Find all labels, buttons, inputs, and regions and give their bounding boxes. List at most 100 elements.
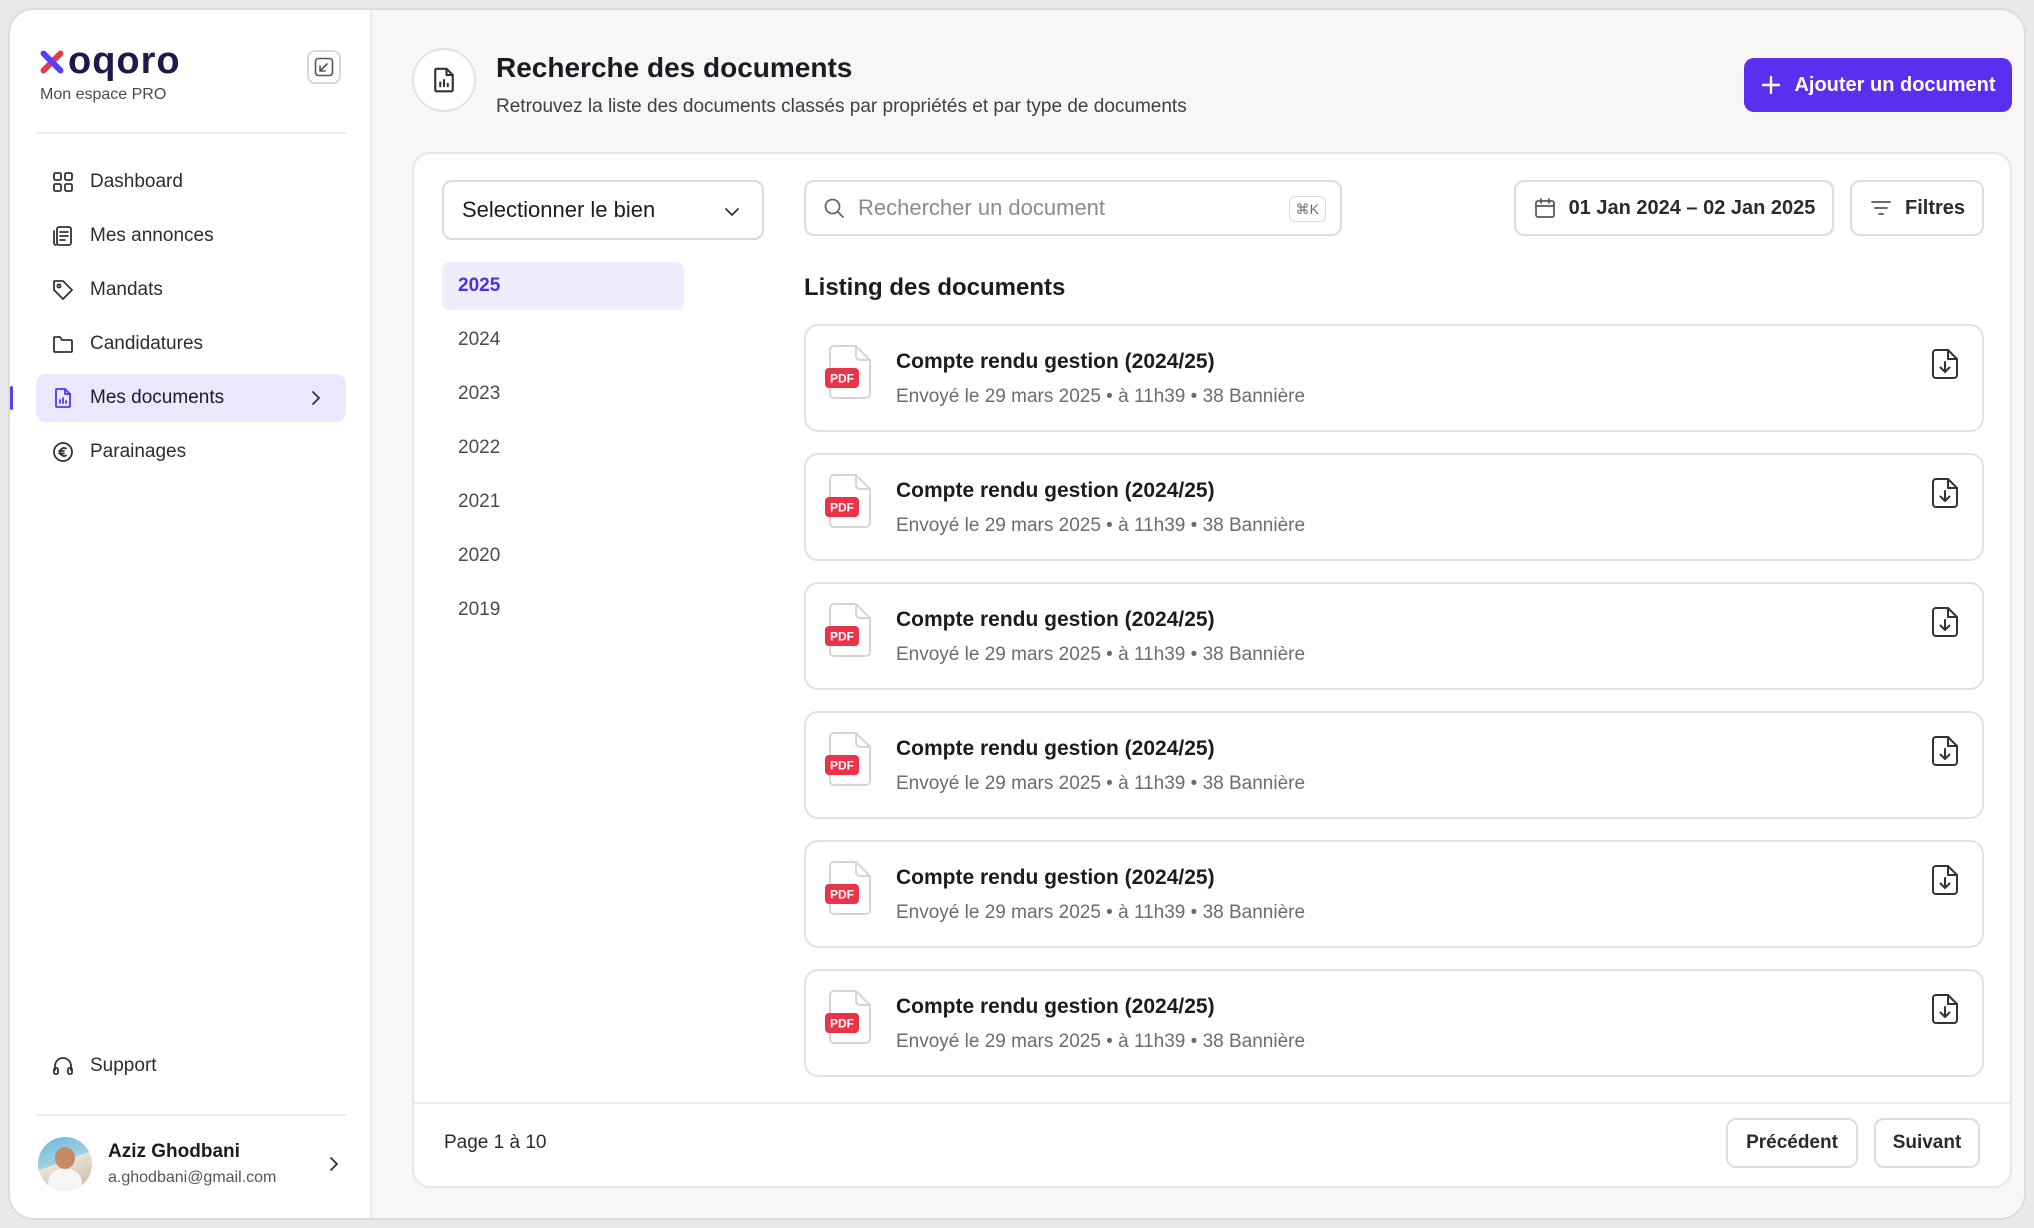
next-page-button[interactable]: Suivant [1874,1118,1980,1168]
document-row[interactable]: PDF Compte rendu gestion (2024/25) Envoy… [804,453,1984,561]
download-button[interactable] [1928,475,1962,511]
documents-card: Selectionner le bien 2025 2024 2023 2022… [412,152,2012,1188]
year-item-2019[interactable]: 2019 [442,586,684,634]
pdf-badge-text: PDF [830,630,854,644]
collapse-sidebar-button[interactable] [307,50,341,84]
year-item-2023[interactable]: 2023 [442,370,684,418]
document-title: Compte rendu gestion (2024/25) [896,608,1215,631]
previous-page-button[interactable]: Précédent [1726,1118,1858,1168]
user-info: Aziz Ghodbani a.ghodbani@gmail.com [108,1141,276,1187]
sidebar-item-label: Dashboard [90,171,183,192]
file-download-icon [1932,736,1958,766]
document-title: Compte rendu gestion (2024/25) [896,995,1215,1018]
document-row[interactable]: PDF Compte rendu gestion (2024/25) Envoy… [804,324,1984,432]
folder-icon [50,331,76,357]
brand-logo[interactable]: oqoro [38,40,181,83]
property-select-label: Selectionner le bien [462,197,656,222]
document-title: Compte rendu gestion (2024/25) [896,866,1215,889]
user-profile[interactable]: Aziz Ghodbani a.ghodbani@gmail.com [38,1134,348,1194]
document-row[interactable]: PDF Compte rendu gestion (2024/25) Envoy… [804,840,1984,948]
date-range-label: 01 Jan 2024 – 02 Jan 2025 [1568,196,1816,219]
pdf-badge-text: PDF [830,759,854,773]
sidebar-item-candidatures[interactable]: Candidatures [36,320,346,368]
active-indicator [10,386,13,410]
file-download-icon [1932,349,1958,379]
sidebar-item-dashboard[interactable]: Dashboard [36,158,346,206]
year-list: 2025 2024 2023 2022 2021 2020 2019 [442,262,684,640]
document-row[interactable]: PDF Compte rendu gestion (2024/25) Envoy… [804,711,1984,819]
pdf-badge-text: PDF [830,501,854,515]
headset-icon [50,1053,76,1079]
pdf-file-icon: PDF [825,474,871,528]
sidebar-item-label: Mes documents [90,387,225,408]
pdf-badge-text: PDF [830,1017,854,1031]
support-section: Support [36,1042,346,1096]
file-download-icon [1932,865,1958,895]
year-item-2020[interactable]: 2020 [442,532,684,580]
pagination-bar: Page 1 à 10 Précédent Suivant [414,1102,2010,1188]
year-item-2021[interactable]: 2021 [442,478,684,526]
sidebar-item-support[interactable]: Support [36,1042,346,1090]
download-button[interactable] [1928,346,1962,382]
document-title: Compte rendu gestion (2024/25) [896,350,1215,373]
grid-icon [50,169,76,195]
page-subtitle: Retrouvez la liste des documents classés… [496,96,1187,117]
page-title: Recherche des documents [496,52,853,83]
search-box[interactable]: ⌘K [804,180,1342,236]
brand-name: oqoro [68,40,181,82]
chevron-down-icon [725,208,739,217]
pdf-file-icon: PDF [825,345,871,399]
search-input[interactable] [858,195,1258,221]
document-meta: Envoyé le 29 mars 2025 • à 11h39 • 38 Ba… [896,902,1306,923]
download-button[interactable] [1928,733,1962,769]
document-meta: Envoyé le 29 mars 2025 • à 11h39 • 38 Ba… [896,386,1306,407]
chevron-right-icon[interactable] [324,1154,344,1174]
pagination-info: Page 1 à 10 [444,1132,547,1153]
logo-mark-icon [38,49,64,75]
sidebar-divider [36,132,346,134]
download-button[interactable] [1928,991,1962,1027]
listing-icon [50,223,76,249]
file-download-icon [1932,607,1958,637]
app-window: oqoro Mon espace PRO Dashboard Mes annon… [8,8,2026,1220]
user-email: a.ghodbani@gmail.com [108,1169,277,1186]
file-download-icon [1932,478,1958,508]
filters-button[interactable]: Filtres [1850,180,1984,236]
year-item-2022[interactable]: 2022 [442,424,684,472]
sidebar-item-mandats[interactable]: Mandats [36,266,346,314]
pdf-file-icon: PDF [825,732,871,786]
sidebar-item-label: Mandats [90,279,163,300]
page-icon [412,48,476,112]
file-download-icon [1932,994,1958,1024]
add-document-button[interactable]: Ajouter un document [1744,58,2012,112]
document-meta: Envoyé le 29 mars 2025 • à 11h39 • 38 Ba… [896,773,1306,794]
plus-icon [1762,75,1781,95]
download-button[interactable] [1928,862,1962,898]
document-title: Compte rendu gestion (2024/25) [896,737,1215,760]
sidebar-divider [36,1114,346,1116]
pdf-badge-text: PDF [830,372,854,386]
sidebar-item-label: Candidatures [90,333,204,354]
keyboard-shortcut-badge: ⌘K [1288,196,1326,222]
collapse-icon [314,57,334,77]
pdf-file-icon: PDF [825,861,871,915]
document-chart-icon [434,67,454,93]
add-document-label: Ajouter un document [1794,73,1996,96]
avatar [38,1137,92,1191]
document-row[interactable]: PDF Compte rendu gestion (2024/25) Envoy… [804,969,1984,1077]
documents-list: PDF Compte rendu gestion (2024/25) Envoy… [804,324,1984,1098]
search-icon [824,198,844,218]
date-range-picker[interactable]: 01 Jan 2024 – 02 Jan 2025 [1514,180,1834,236]
tag-icon [50,277,76,303]
sidebar-item-label: Parainages [90,441,187,462]
year-item-2024[interactable]: 2024 [442,316,684,364]
sidebar-item-parainages[interactable]: Parainages [36,428,346,476]
download-button[interactable] [1928,604,1962,640]
sidebar: oqoro Mon espace PRO Dashboard Mes annon… [10,10,372,1218]
year-item-2025[interactable]: 2025 [442,262,684,310]
property-select[interactable]: Selectionner le bien [442,180,764,240]
sidebar-item-mes-documents[interactable]: Mes documents [10,374,346,422]
document-row[interactable]: PDF Compte rendu gestion (2024/25) Envoy… [804,582,1984,690]
sidebar-item-mes-annonces[interactable]: Mes annonces [36,212,346,260]
document-title: Compte rendu gestion (2024/25) [896,479,1215,502]
